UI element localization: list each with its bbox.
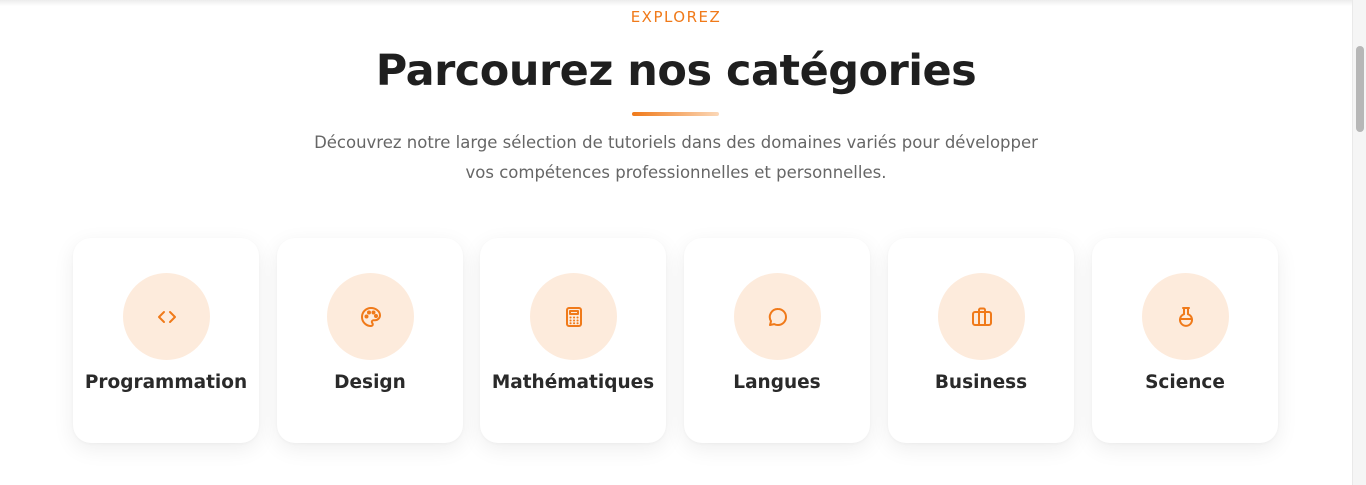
category-card-programmation[interactable]: Programmation [73,238,259,443]
category-label: Business [934,372,1028,393]
flask-icon [1142,273,1229,360]
category-card-langues[interactable]: Langues [684,238,870,443]
section-eyebrow: EXPLOREZ [630,8,722,26]
category-label: Langues [733,372,821,393]
description-line-2: vos compétences professionnelles et pers… [465,163,887,182]
section-description: Découvrez notre large sélection de tutor… [276,128,1076,188]
section-title: Parcourez nos catégories [375,46,977,96]
category-card-design[interactable]: Design [277,238,463,443]
code-icon [123,273,210,360]
category-card-science[interactable]: Science [1092,238,1278,443]
categories-section: EXPLOREZ Parcourez nos catégories Découv… [0,0,1352,485]
category-label: Design [334,372,406,393]
calculator-icon [530,273,617,360]
briefcase-icon [938,273,1025,360]
page-scrollbar[interactable] [1352,0,1366,485]
speech-bubble-icon [734,273,821,360]
palette-icon [327,273,414,360]
category-card-business[interactable]: Business [888,238,1074,443]
category-label: Programmation [84,372,248,393]
category-label: Mathématiques [491,372,655,393]
description-line-1: Découvrez notre large sélection de tutor… [314,133,1038,152]
category-label: Science [1145,372,1225,393]
category-card-mathematiques[interactable]: Mathématiques [480,238,666,443]
scrollbar-thumb[interactable] [1356,46,1364,132]
title-underline [632,112,719,116]
